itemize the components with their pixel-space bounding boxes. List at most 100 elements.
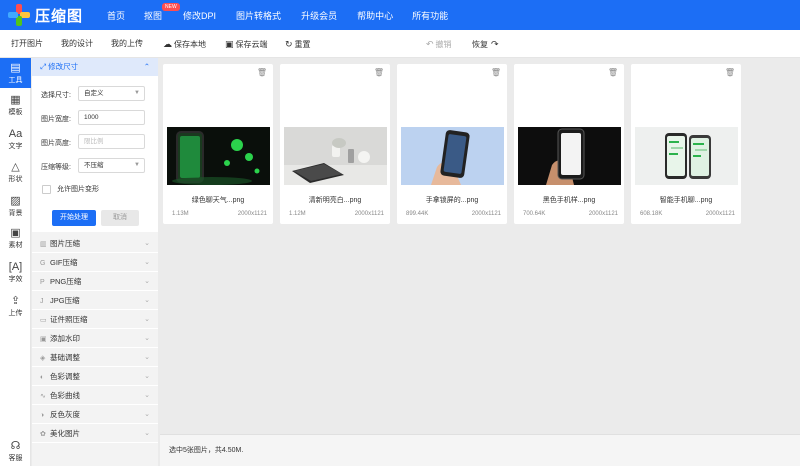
rail-item-tools[interactable]: ▤ 工具: [0, 58, 31, 88]
image-card[interactable]: 🗑 绿色聊天气...png 1.13M 2000x1121: [163, 64, 273, 224]
rail-item-upload[interactable]: ⇪ 上传: [0, 295, 31, 318]
save-local-label: 保存本地: [174, 40, 206, 49]
resize-icon: ⤢: [40, 62, 49, 71]
rail-item-text[interactable]: Aa 文字: [0, 128, 31, 151]
section-label: 基础调整: [50, 353, 80, 362]
nav-upgrade[interactable]: 升级会员: [301, 9, 337, 22]
background-icon: ▨: [10, 195, 21, 207]
trash-icon[interactable]: 🗑: [257, 68, 267, 77]
save-cloud-button[interactable]: ▣ 保存云端: [225, 30, 268, 58]
nav-home[interactable]: 首页: [107, 9, 125, 22]
width-label: 图片宽度:: [41, 116, 71, 123]
height-input[interactable]: 限比例: [78, 134, 145, 149]
compress-select[interactable]: 不压缩 ▼: [78, 158, 145, 173]
assets-icon: ▣: [10, 227, 21, 239]
rail-item-templates[interactable]: ▦ 模板: [0, 94, 31, 117]
nav-help[interactable]: 帮助中心: [357, 9, 393, 22]
chevron-down-icon: ⌄: [144, 335, 150, 342]
undo-button[interactable]: ↶ 撤销: [426, 30, 452, 58]
cancel-button[interactable]: 取消: [101, 210, 139, 226]
redo-button[interactable]: 恢复 ↷: [472, 30, 501, 58]
compress-label: 压缩等级:: [41, 164, 71, 171]
allow-deform-checkbox[interactable]: 允许图片变形: [42, 184, 99, 194]
curve-icon: ∿: [40, 393, 46, 400]
nav-all-features[interactable]: 所有功能: [412, 9, 448, 22]
rail-label: 素材: [8, 242, 23, 249]
watermark-icon: ▣: [40, 336, 47, 343]
rail-item-text-effects[interactable]: [A] 字效: [0, 261, 31, 284]
rail-label: 形状: [8, 176, 23, 183]
rail-label: 工具: [8, 77, 23, 84]
chevron-down-icon: ⌄: [144, 392, 150, 399]
shapes-icon: △: [11, 161, 20, 173]
reset-button[interactable]: ↻ 重置: [285, 30, 311, 58]
chevron-up-icon: ⌃: [143, 62, 150, 71]
checkbox-box: [42, 184, 51, 194]
start-process-button[interactable]: 开始处理: [52, 210, 96, 226]
trash-icon[interactable]: 🗑: [491, 68, 501, 77]
width-input[interactable]: 1000: [78, 110, 145, 125]
nav-modify-dpi[interactable]: 修改DPI: [183, 9, 216, 22]
size-label: 选择尺寸:: [41, 92, 71, 99]
section-color-curves[interactable]: ∿ 色彩曲线 ⌄: [32, 387, 158, 405]
section-image-compress[interactable]: ▥ 图片压缩 ⌄: [32, 235, 158, 253]
upload-icon: ⇪: [10, 295, 21, 307]
section-watermark[interactable]: ▣ 添加水印 ⌄: [32, 330, 158, 348]
rail-item-customer-service[interactable]: ☊ 客服: [0, 440, 31, 463]
section-label: GIF压缩: [50, 258, 78, 267]
section-color-adjust[interactable]: ◐ 色彩调整 ⌄: [32, 368, 158, 386]
jpg-icon: J: [40, 298, 44, 305]
image-card[interactable]: 🗑 黑色手机样...png 700.64K 2000x1121: [514, 64, 624, 224]
chevron-down-icon: ⌄: [144, 316, 150, 323]
section-png-compress[interactable]: P PNG压缩 ⌄: [32, 273, 158, 291]
trash-icon[interactable]: 🗑: [725, 68, 735, 77]
trash-icon[interactable]: 🗑: [608, 68, 618, 77]
size-select[interactable]: 自定义 ▼: [78, 86, 145, 101]
nav-cutout[interactable]: 抠图 NEW: [144, 2, 180, 22]
file-dimensions: 2000x1121: [237, 211, 267, 217]
file-name: 黑色手机样...png: [542, 197, 596, 204]
section-label: 反色灰度: [50, 410, 80, 419]
section-label: 证件照压缩: [50, 315, 88, 324]
section-invert-grayscale[interactable]: ◑ 反色灰度 ⌄: [32, 406, 158, 424]
rail-item-assets[interactable]: ▣ 素材: [0, 227, 31, 250]
logo-text: 压缩图: [35, 7, 84, 25]
nav-cutout-label: 抠图: [144, 10, 163, 21]
logo[interactable]: 压缩图: [8, 4, 100, 26]
open-image-button[interactable]: 打开图片: [11, 30, 43, 58]
section-label: 美化图片: [50, 429, 80, 438]
file-size: 700.64K: [523, 211, 546, 217]
section-gif-compress[interactable]: G GIF压缩 ⌄: [32, 254, 158, 272]
compress-icon: ▥: [40, 241, 47, 248]
text-effect-icon: [A]: [8, 261, 23, 273]
rail-label: 背景: [8, 210, 23, 217]
nav-convert-format[interactable]: 图片转格式: [236, 9, 281, 22]
image-card[interactable]: 🗑 清新明亮白...png 1.12M 2000x1121: [280, 64, 390, 224]
chevron-down-icon: ⌄: [144, 430, 150, 437]
trash-icon[interactable]: 🗑: [374, 68, 384, 77]
rail-item-background[interactable]: ▨ 背景: [0, 195, 31, 218]
save-local-button[interactable]: ☁ 保存本地: [163, 30, 206, 58]
resize-form: 选择尺寸: 自定义 ▼ 图片宽度: 1000 图片高度: 限比例 压缩等级: 不…: [32, 76, 158, 232]
cloud-download-icon: ☁: [163, 39, 172, 49]
size-select-value: 自定义: [84, 90, 104, 97]
section-beautify[interactable]: ✿ 美化图片 ⌄: [32, 425, 158, 443]
png-icon: P: [40, 279, 45, 286]
invert-icon: ◑: [40, 412, 45, 419]
beautify-icon: ✿: [40, 431, 46, 438]
section-title: 修改尺寸: [48, 62, 79, 71]
undo-icon: ↶: [426, 39, 434, 49]
toolbox-icon: ▤: [10, 62, 21, 74]
image-card[interactable]: 🗑 智能手机聊...png 608.18K 2000x1121: [631, 64, 741, 224]
rail-item-shapes[interactable]: △ 形状: [0, 161, 31, 184]
section-basic-adjust[interactable]: ◈ 基础调整 ⌄: [32, 349, 158, 367]
my-uploads-button[interactable]: 我的上传: [111, 30, 143, 58]
reset-label: 重置: [294, 40, 311, 49]
image-card[interactable]: 🗑 手拿锁屏的...png 899.44K 2000x1121: [397, 64, 507, 224]
section-jpg-compress[interactable]: J JPG压缩 ⌄: [32, 292, 158, 310]
my-designs-button[interactable]: 我的设计: [61, 30, 93, 58]
chevron-down-icon: ⌄: [144, 278, 150, 285]
section-resize-header[interactable]: ⤢ 修改尺寸 ⌃: [32, 58, 158, 76]
section-id-photo-compress[interactable]: ▭ 证件照压缩 ⌄: [32, 311, 158, 329]
section-label: 色彩曲线: [50, 391, 80, 400]
